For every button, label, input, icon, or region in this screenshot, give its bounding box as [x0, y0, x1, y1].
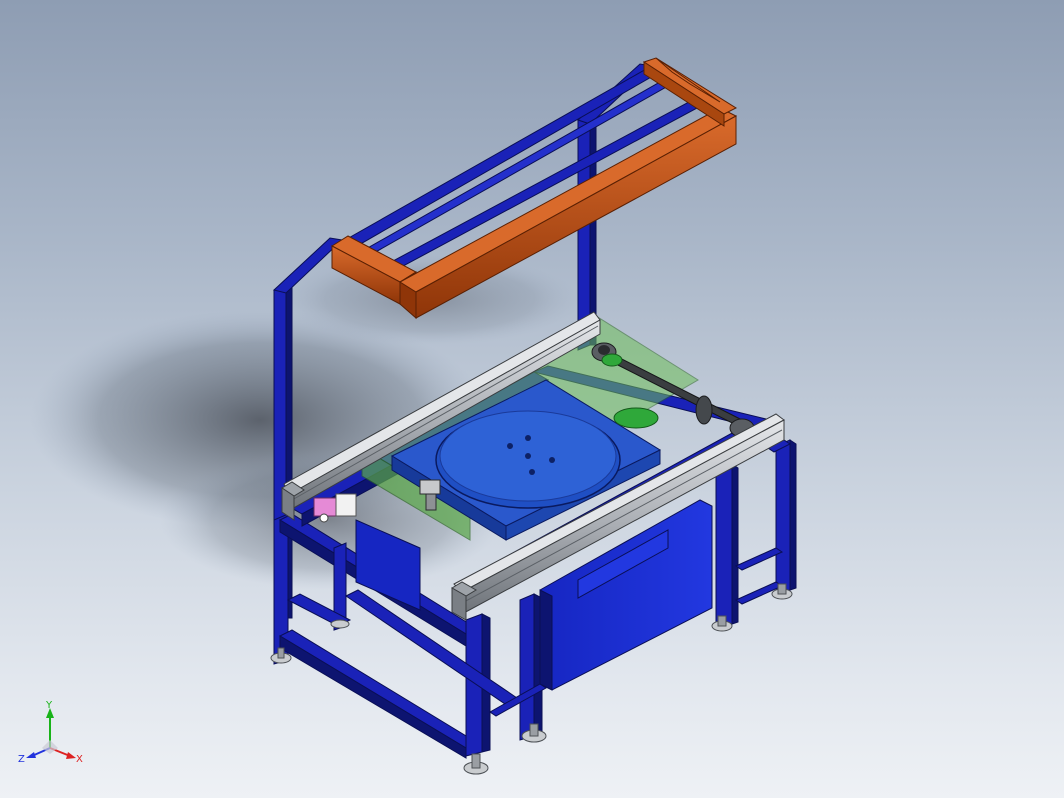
z-axis-arrow-icon [26, 752, 36, 758]
turntable-disc[interactable] [435, 410, 621, 509]
turntable-hole [507, 443, 513, 449]
sprocket[interactable] [695, 395, 713, 425]
graphics-viewport[interactable]: Y Z X [0, 0, 1064, 798]
turntable-hole [529, 469, 535, 475]
bearing-bore [598, 345, 610, 355]
x-axis-label: X [76, 754, 83, 765]
motor-coupling[interactable] [601, 353, 623, 367]
coordinate-triad: Y Z X [18, 700, 83, 765]
turntable-hole [525, 435, 531, 441]
turntable-hole-center [525, 453, 531, 459]
x-axis-arrow-icon [66, 752, 76, 759]
cad-model-scene[interactable] [0, 0, 1064, 798]
drive-motor[interactable] [613, 407, 659, 429]
turntable-hole [549, 457, 555, 463]
y-axis-label: Y [45, 700, 53, 711]
triad-origin [42, 740, 58, 754]
z-axis-label: Z [18, 754, 25, 765]
